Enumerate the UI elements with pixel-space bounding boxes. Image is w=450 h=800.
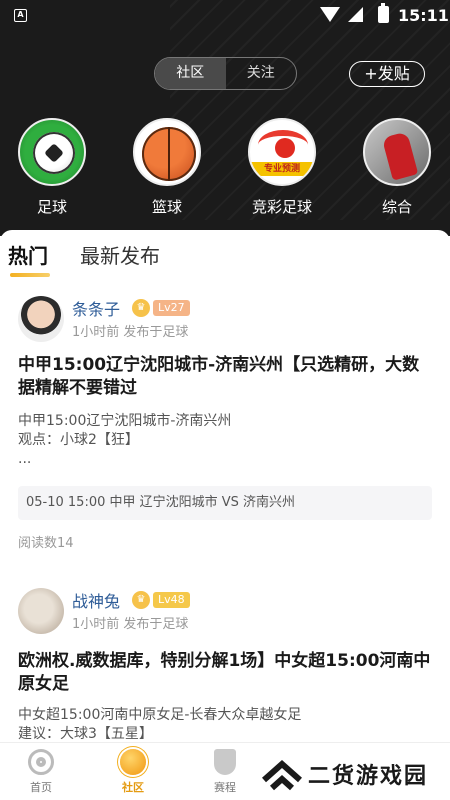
nav-schedule[interactable]: 赛程 [195, 749, 255, 795]
avatar[interactable] [18, 296, 64, 342]
category-label: 竞彩足球 [251, 198, 312, 216]
post-title[interactable]: 欧洲权.威数据库，特别分解1场】中女超15:00河南中原女足 [18, 650, 432, 696]
tab-hot[interactable]: 热门 [8, 240, 48, 269]
nav-community[interactable]: 社区 [103, 749, 163, 795]
post-meta: 1小时前 发布于足球 [72, 617, 189, 632]
user-level-badge: ♛ Lv48 [132, 591, 190, 609]
category-label: 足球 [36, 198, 67, 216]
category-lottery-soccer[interactable]: 专业预测 竞彩足球 [237, 118, 327, 217]
lottery-icon-text: 专业预测 [250, 162, 314, 176]
lottery-icon: 专业预测 [248, 118, 316, 186]
nav-label: 社区 [122, 781, 144, 794]
app-notification-icon: A [14, 9, 27, 22]
header-area: A 15:11 社区 关注 +发贴 足球 篮球 专业预测 竞彩足球 综合 [0, 0, 450, 236]
username[interactable]: 条条子 [72, 296, 120, 320]
feed-panel: 热门 最新发布 条条子 ♛ Lv27 1小时前 发布于足球 中甲15:00辽宁沈… [0, 230, 450, 800]
post-summary: 中甲15:00辽宁沈阳城市-济南兴州 观点：小球2【狂】 ... [18, 412, 432, 469]
summary-line: ... [18, 451, 32, 467]
segment-community[interactable]: 社区 [155, 58, 226, 89]
category-label: 篮球 [151, 198, 182, 216]
read-count: 阅读数14 [18, 536, 74, 551]
misc-icon [363, 118, 431, 186]
username[interactable]: 战神兔 [72, 588, 120, 612]
summary-line: 中甲15:00辽宁沈阳城市-济南兴州 [18, 413, 232, 429]
summary-line: 中女超15:00河南中原女足-长春大众卓越女足 [18, 707, 302, 723]
basketball-icon [133, 118, 201, 186]
nav-label: 赛程 [214, 781, 236, 794]
crown-icon: ♛ [132, 299, 150, 317]
wifi-icon [320, 7, 340, 22]
new-post-button[interactable]: +发贴 [349, 61, 425, 87]
clock: 15:11 [398, 6, 449, 25]
post-title[interactable]: 中甲15:00辽宁沈阳城市-济南兴州【只选精研，大数据精解不要错过 [18, 354, 432, 400]
watermark-text: 二货游戏园 [308, 764, 429, 789]
tab-indicator [10, 273, 50, 277]
post-meta: 1小时前 发布于足球 [72, 325, 189, 340]
match-info[interactable]: 05-10 15:00 中甲 辽宁沈阳城市 VS 济南兴州 [18, 486, 432, 520]
avatar[interactable] [18, 588, 64, 634]
home-icon [28, 749, 54, 775]
summary-line: 观点：小球2【狂】 [18, 432, 139, 448]
user-level-badge: ♛ Lv27 [132, 299, 190, 317]
post-summary: 中女超15:00河南中原女足-长春大众卓越女足 建议：大球3【五星】 [18, 706, 432, 744]
category-basketball[interactable]: 篮球 [122, 118, 212, 217]
soccer-icon [18, 118, 86, 186]
community-planet-icon [120, 749, 146, 775]
signal-icon [348, 7, 363, 22]
watermark-logo [262, 759, 302, 791]
battery-icon [378, 3, 389, 23]
level-text: Lv27 [153, 300, 190, 316]
category-misc[interactable]: 综合 [352, 118, 442, 217]
category-soccer[interactable]: 足球 [7, 118, 97, 217]
category-label: 综合 [381, 198, 412, 216]
nav-home[interactable]: 首页 [11, 749, 71, 795]
feed-tabs: 热门 最新发布 [0, 230, 450, 278]
crown-icon: ♛ [132, 591, 150, 609]
community-follow-switch: 社区 关注 [154, 57, 297, 90]
tab-latest[interactable]: 最新发布 [80, 240, 160, 269]
watermark: 二货游戏园 [258, 752, 450, 800]
status-bar: A 15:11 [0, 0, 450, 32]
segment-follow[interactable]: 关注 [226, 58, 297, 89]
trophy-icon [214, 749, 236, 775]
nav-label: 首页 [30, 781, 52, 794]
level-text: Lv48 [153, 592, 190, 608]
